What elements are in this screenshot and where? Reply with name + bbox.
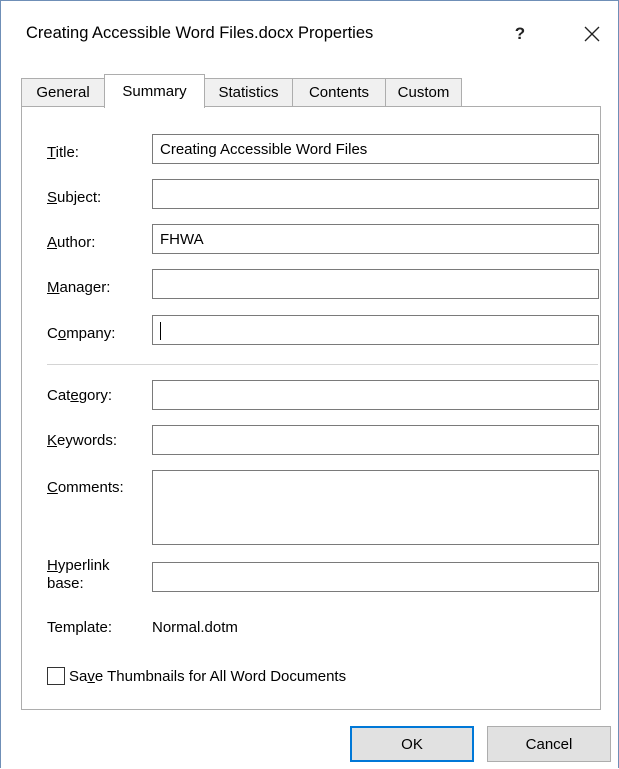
author-field[interactable]: FHWA [152,224,599,254]
tab-general-label: General [36,84,90,101]
summary-panel: Title: Creating Accessible Word Files Su… [21,106,601,710]
template-label: Template: [47,619,113,636]
template-value: Normal.dotm [152,619,238,636]
ok-button-label: OK [401,735,423,753]
save-thumbnails-label: Save Thumbnails for All Word Documents [69,667,347,685]
save-thumbnails-option[interactable]: Save Thumbnails for All Word Documents [47,665,346,687]
title-value: Creating Accessible Word Files [160,141,368,158]
window-title: Creating Accessible Word Files.docx Prop… [26,24,374,42]
ok-button[interactable]: OK [350,726,474,762]
close-icon [584,26,600,42]
tab-contents[interactable]: Contents [292,78,386,106]
properties-dialog: Creating Accessible Word Files.docx Prop… [0,0,619,769]
author-value: FHWA [160,231,204,248]
cancel-button-label: Cancel [525,735,573,753]
tab-contents-label: Contents [308,84,370,101]
close-button[interactable] [570,14,614,54]
keywords-label: Keywords: [47,432,118,449]
title-field[interactable]: Creating Accessible Word Files [152,134,599,164]
tab-summary-label: Summary [122,83,187,100]
comments-field[interactable] [152,470,599,545]
hyperlink-base-field[interactable] [152,562,599,592]
category-label: Category: [47,387,113,404]
help-button[interactable]: ? [500,14,540,54]
subject-field[interactable] [152,179,599,209]
hyperlink-base-label: Hyperlink base: [47,557,110,592]
save-thumbnails-checkbox[interactable] [47,667,65,685]
title-bar: Creating Accessible Word Files.docx Prop… [0,0,619,70]
title-label: Title: [47,144,79,161]
tab-strip: General Summary Statistics Contents Cust… [21,74,601,108]
cancel-button[interactable]: Cancel [487,726,611,762]
tab-statistics-label: Statistics [218,84,279,101]
help-icon: ? [514,24,526,43]
subject-label: Subject: [47,189,102,206]
tab-statistics[interactable]: Statistics [204,78,293,106]
section-divider [47,364,598,365]
author-label: Author: [47,234,96,251]
comments-label: Comments: [47,479,124,496]
tab-general[interactable]: General [21,78,105,106]
manager-label: Manager: [47,279,111,296]
manager-field[interactable] [152,269,599,299]
company-label: Company: [47,325,116,342]
company-field[interactable] [152,315,599,345]
keywords-field[interactable] [152,425,599,455]
tab-custom[interactable]: Custom [385,78,462,106]
category-field[interactable] [152,380,599,410]
text-caret [160,322,161,341]
tab-custom-label: Custom [397,84,450,101]
tab-summary[interactable]: Summary [104,74,205,108]
